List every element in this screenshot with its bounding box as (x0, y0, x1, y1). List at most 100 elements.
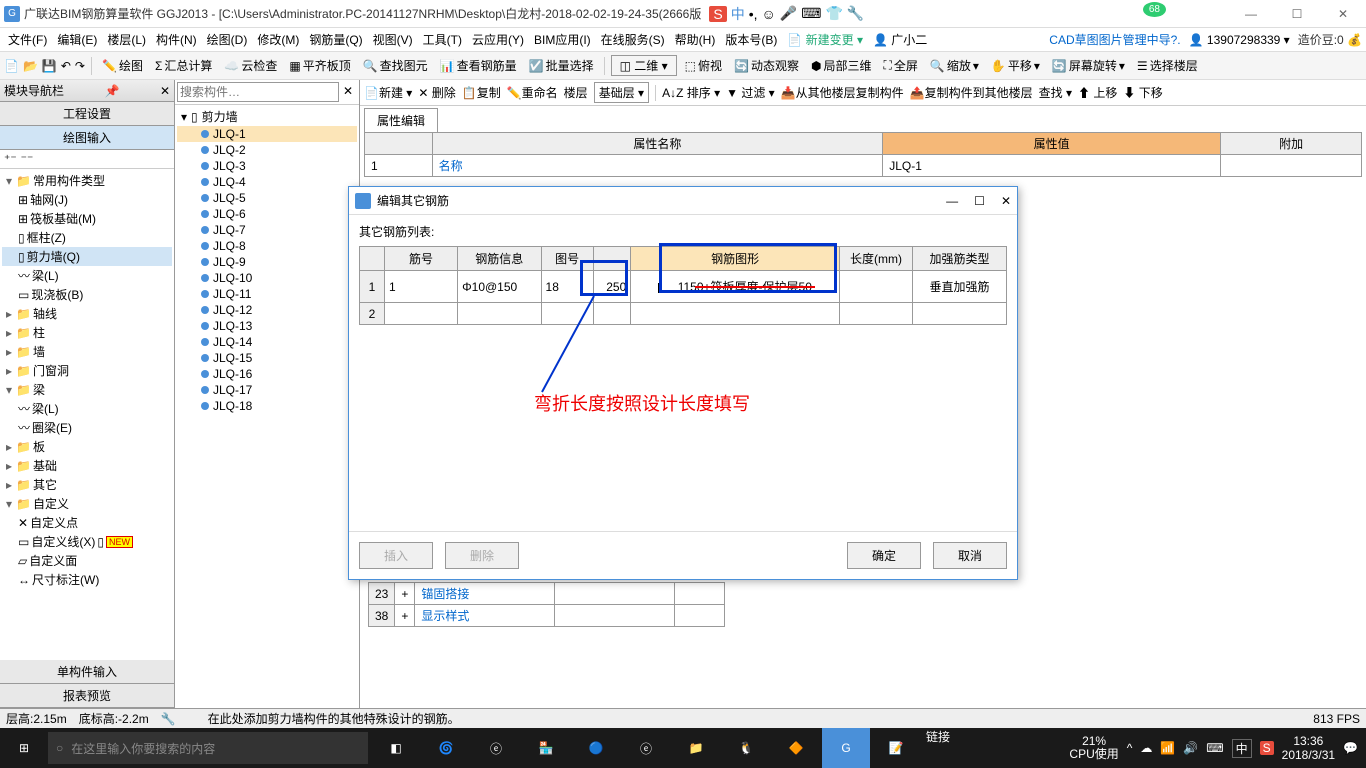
cancel-button[interactable]: 取消 (933, 542, 1007, 569)
tree-cat[interactable]: 自定义 (33, 495, 69, 512)
notes-icon[interactable]: 📝 (872, 728, 920, 768)
tree-item[interactable]: ⊞ 轴网(J) (2, 190, 172, 209)
dim-select[interactable]: ◫ 二维 ▾ (611, 55, 677, 76)
tray-network-icon[interactable]: 📶 (1160, 741, 1175, 755)
expand-toggle[interactable]: ▾ (4, 174, 14, 188)
delete-button[interactable]: 删除 (445, 542, 519, 569)
fullscreen-button[interactable]: ⛶ 全屏 (880, 55, 922, 76)
property-tab[interactable]: 属性编辑 (364, 108, 438, 132)
tab-project-settings[interactable]: 工程设置 (0, 102, 174, 126)
tree-item[interactable]: ⊞ 筏板基础(M) (2, 209, 172, 228)
sogou-icon[interactable]: S (1260, 741, 1274, 755)
component-item[interactable]: JLQ-8 (177, 238, 357, 254)
panel-close-icon[interactable]: ✕ (160, 84, 170, 98)
collapse-icon[interactable]: ⁻⁻ (21, 152, 34, 166)
batch-select-button[interactable]: ☑️批量选择 (525, 55, 598, 76)
tab-single-input[interactable]: 单构件输入 (0, 660, 174, 684)
component-item[interactable]: JLQ-9 (177, 254, 357, 270)
taskbar-search[interactable]: ○ 在这里输入你要搜索的内容 (48, 732, 368, 764)
tree-cat[interactable]: 门窗洞 (33, 362, 69, 379)
rename-button[interactable]: ✏️重命名 (507, 84, 558, 101)
component-item[interactable]: JLQ-1 (177, 126, 357, 142)
tree-item[interactable]: 〰 梁(L) (2, 266, 172, 285)
menu-modify[interactable]: 修改(M) (253, 29, 303, 50)
search-input[interactable] (177, 82, 339, 102)
ie-icon[interactable]: ⓔ (622, 728, 670, 768)
tree-item-selected[interactable]: ▯ 剪力墙(Q) (2, 247, 172, 266)
edge-icon[interactable]: ⓔ (472, 728, 520, 768)
tab-draw-input[interactable]: 绘图输入 (0, 126, 174, 150)
tree-item[interactable]: ↔ 尺寸标注(W) (2, 570, 172, 589)
cell-info[interactable]: Φ10@150 (458, 271, 541, 303)
ime-tool-icon[interactable]: 👕 (825, 5, 842, 22)
expand-icon[interactable]: ⁺⁻ (4, 152, 17, 166)
task-view-icon[interactable]: ◧ (372, 728, 420, 768)
coins-label[interactable]: 造价豆:0 💰 (1298, 31, 1362, 48)
attr-name-cell[interactable]: 名称 (432, 155, 883, 177)
component-item[interactable]: JLQ-2 (177, 142, 357, 158)
calc-button[interactable]: Σ 汇总计算 (151, 55, 216, 76)
clock[interactable]: 13:362018/3/31 (1282, 734, 1335, 763)
notification-badge[interactable]: 68 (1143, 2, 1166, 17)
view-rebar-button[interactable]: 📊查看钢筋量 (436, 55, 521, 76)
redo-icon[interactable]: ↷ (75, 59, 85, 73)
cell-tuhao[interactable]: 18 (541, 271, 593, 303)
component-item[interactable]: JLQ-5 (177, 190, 357, 206)
undo-icon[interactable]: ↶ (61, 59, 71, 73)
ggj-active-icon[interactable]: G (822, 728, 870, 768)
cell-bend[interactable]: 250 (593, 271, 631, 303)
insert-button[interactable]: 插入 (359, 542, 433, 569)
draw-button[interactable]: ✏️绘图 (98, 55, 147, 76)
ime-lang[interactable]: 中 (731, 4, 745, 24)
copy-button[interactable]: 📋复制 (462, 84, 501, 101)
tree-cat[interactable]: 梁 (33, 381, 45, 398)
component-item[interactable]: JLQ-17 (177, 382, 357, 398)
menu-cloud[interactable]: 云应用(Y) (468, 29, 528, 50)
tray-onedrive-icon[interactable]: ☁ (1140, 741, 1152, 755)
ok-button[interactable]: 确定 (847, 542, 921, 569)
zoom-button[interactable]: 🔍缩放 ▾ (926, 55, 983, 76)
maximize-button[interactable]: ☐ (1274, 0, 1320, 28)
component-item[interactable]: JLQ-10 (177, 270, 357, 286)
cell-jin[interactable]: 1 (385, 271, 458, 303)
menu-component[interactable]: 构件(N) (152, 29, 201, 50)
ime-keyboard-icon[interactable]: ⌨ (801, 5, 821, 22)
menu-draw[interactable]: 绘图(D) (203, 29, 252, 50)
save-icon[interactable]: 💾 (42, 59, 57, 73)
new-button[interactable]: 📄新建 ▾ (364, 84, 412, 101)
tab-report[interactable]: 报表预览 (0, 684, 174, 708)
tree-cat[interactable]: 基础 (33, 457, 57, 474)
component-item[interactable]: JLQ-15 (177, 350, 357, 366)
tree-cat[interactable]: 柱 (33, 324, 45, 341)
cell-type[interactable]: 垂直加强筋 (913, 271, 1007, 303)
component-item[interactable]: JLQ-3 (177, 158, 357, 174)
move-down-button[interactable]: ⬇ 下移 (1123, 84, 1162, 101)
menu-file[interactable]: 文件(F) (4, 29, 51, 50)
tree-cat[interactable]: 板 (33, 438, 45, 455)
tree-cat[interactable]: 其它 (33, 476, 57, 493)
floor-select[interactable]: 楼层 (564, 84, 588, 101)
filter-button[interactable]: ▼ 过滤 ▾ (726, 84, 775, 101)
phone-label[interactable]: 👤 13907298339 ▾ (1189, 33, 1290, 47)
pin-icon[interactable]: 📌 (105, 84, 120, 98)
component-item[interactable]: JLQ-16 (177, 366, 357, 382)
tray-volume-icon[interactable]: 🔊 (1183, 741, 1198, 755)
minimize-button[interactable]: — (1228, 0, 1274, 28)
cpu-meter[interactable]: 21%CPU使用 (1069, 735, 1118, 761)
tree-item[interactable]: ▱ 自定义面 (2, 551, 172, 570)
align-top-button[interactable]: ▦ 平齐板顶 (285, 55, 354, 76)
tray-up-icon[interactable]: ^ (1127, 741, 1133, 755)
new-doc-icon[interactable]: 📄 (4, 59, 19, 73)
menu-help[interactable]: 帮助(H) (671, 29, 720, 50)
move-up-button[interactable]: ⬆ 上移 (1078, 84, 1117, 101)
expand-toggle[interactable]: ▾ (181, 110, 187, 124)
tree-item[interactable]: ▭ 自定义线(X)▯ NEW (2, 532, 172, 551)
chrome-icon[interactable]: 🔵 (572, 728, 620, 768)
base-floor-select[interactable]: 基础层 ▾ (594, 82, 649, 103)
tree-item[interactable]: ▭ 现浇板(B) (2, 285, 172, 304)
component-item[interactable]: JLQ-18 (177, 398, 357, 414)
ime-mic-icon[interactable]: 🎤 (780, 5, 797, 22)
cad-link[interactable]: CAD草图图片管理中导?. (1049, 31, 1180, 48)
pan-button[interactable]: ✋平移 ▾ (987, 55, 1044, 76)
cloud-check-button[interactable]: ☁️云检查 (220, 55, 281, 76)
